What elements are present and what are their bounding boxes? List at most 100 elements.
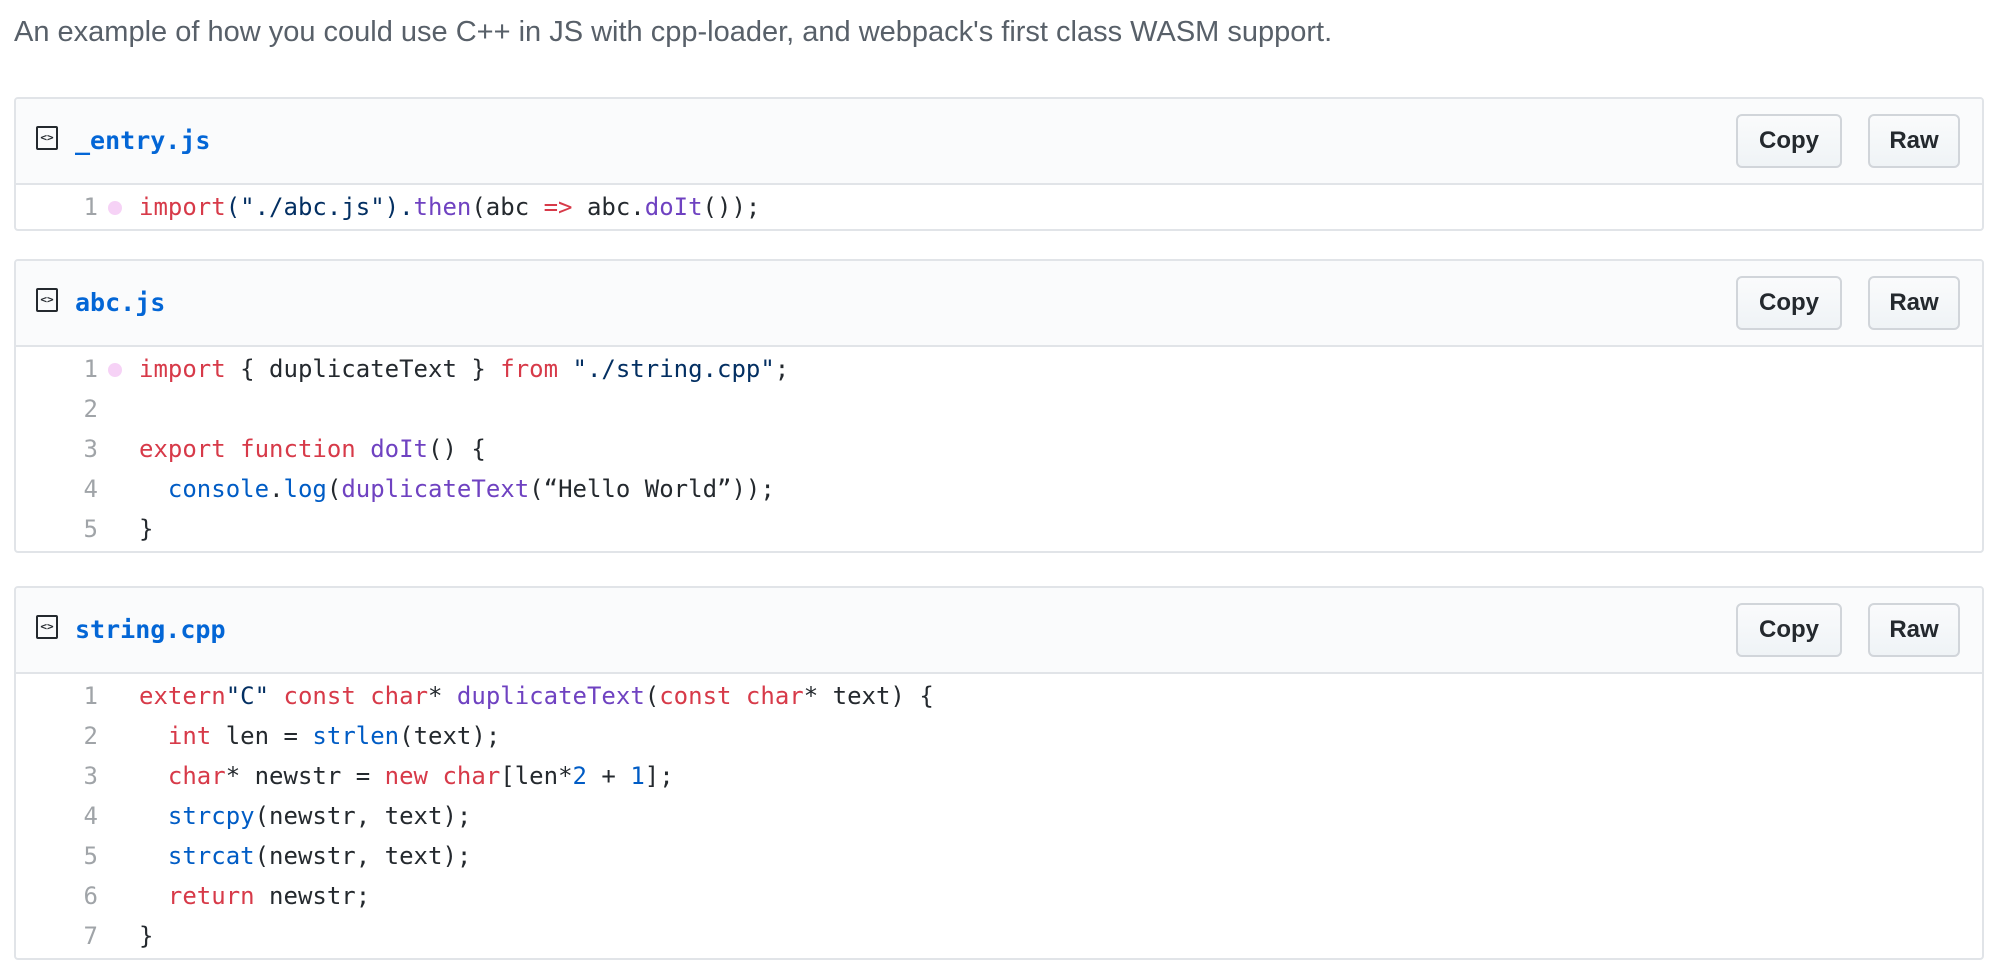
- code-token: (: [644, 682, 660, 710]
- code-token: char: [370, 682, 429, 710]
- line-marker-dot: [108, 363, 122, 377]
- code-file-icon: <>: [36, 615, 58, 639]
- line-number[interactable]: 3: [16, 756, 98, 796]
- line-number[interactable]: 1: [16, 187, 98, 227]
- code-token: (“Hello World”));: [529, 475, 775, 503]
- code-token: int: [167, 722, 212, 750]
- code-token: abc.: [572, 193, 645, 221]
- code-token: const: [659, 682, 732, 710]
- code-token: 1: [630, 762, 645, 790]
- copy-button[interactable]: Copy: [1736, 114, 1842, 168]
- code-body: 1 import("./abc.js").then(abc => abc.doIt…: [16, 185, 1982, 229]
- code-file-icon: <>: [36, 126, 58, 150]
- file-header: <> _entry.js Copy Raw: [16, 99, 1982, 185]
- file-header: <> abc.js Copy Raw: [16, 261, 1982, 347]
- line-code: export function doIt() {: [139, 429, 486, 469]
- code-line: 5}: [16, 509, 1982, 549]
- code-line: 3 export function doIt() {: [16, 429, 1982, 469]
- line-number[interactable]: 7: [16, 916, 98, 956]
- code-line: 1 import("./abc.js").then(abc => abc.doIt…: [16, 187, 1982, 227]
- code-body: 1 extern"C" const char* duplicateText(con…: [16, 674, 1982, 958]
- line-code: strcpy(newstr, text);: [139, 796, 471, 836]
- code-line: 5 strcat(newstr, text);: [16, 836, 1982, 876]
- code-file-icon: <>: [36, 288, 58, 312]
- code-token: function: [240, 435, 356, 463]
- line-code: }: [139, 916, 153, 956]
- gist-file-string-cpp: <> string.cpp Copy Raw 1 extern"C" const …: [14, 586, 1984, 960]
- code-token: export: [139, 435, 226, 463]
- code-token: (text);: [399, 722, 501, 750]
- gist-file-abc-js: <> abc.js Copy Raw 1 import { duplicateTe…: [14, 259, 1984, 553]
- code-token: console: [167, 475, 270, 503]
- code-token: new: [384, 762, 429, 790]
- line-code: char* newstr = new char[len*2 + 1];: [139, 756, 674, 796]
- line-number[interactable]: 2: [16, 716, 98, 756]
- code-token: len =: [211, 722, 313, 750]
- code-token: * newstr =: [225, 762, 385, 790]
- code-token: }: [139, 515, 154, 543]
- raw-button[interactable]: Raw: [1868, 603, 1960, 657]
- code-token: char: [442, 762, 501, 790]
- code-token: doIt: [370, 435, 428, 463]
- code-token: strcpy: [167, 802, 255, 830]
- line-code: }: [139, 509, 153, 549]
- code-token: .: [269, 475, 284, 503]
- code-token: char: [745, 682, 804, 710]
- file-name-link[interactable]: abc.js: [75, 285, 165, 321]
- code-token: [len*: [500, 762, 573, 790]
- code-token: (newstr, text);: [254, 802, 472, 830]
- code-token: log: [283, 475, 327, 503]
- copy-button[interactable]: Copy: [1736, 276, 1842, 330]
- raw-button[interactable]: Raw: [1868, 276, 1960, 330]
- line-code: return newstr;: [139, 876, 370, 916]
- code-token: }: [139, 922, 154, 950]
- code-token: strlen: [312, 722, 400, 750]
- code-token: return: [167, 882, 255, 910]
- code-token: (abc: [471, 193, 544, 221]
- code-line: 2: [16, 389, 1982, 429]
- file-name-link[interactable]: _entry.js: [75, 123, 210, 159]
- code-line: 1 extern"C" const char* duplicateText(con…: [16, 676, 1982, 716]
- line-number[interactable]: 5: [16, 836, 98, 876]
- code-token: =>: [543, 193, 573, 221]
- line-code: console.log(duplicateText(“Hello World”)…: [139, 469, 775, 509]
- raw-button[interactable]: Raw: [1868, 114, 1960, 168]
- line-code: extern"C" const char* duplicateText(cons…: [139, 676, 934, 716]
- line-number[interactable]: 4: [16, 796, 98, 836]
- code-token: extern: [139, 682, 226, 710]
- code-token: import: [139, 193, 226, 221]
- line-code: int len = strlen(text);: [139, 716, 500, 756]
- line-number[interactable]: 3: [16, 429, 98, 469]
- gist-file-entry-js: <> _entry.js Copy Raw 1 import("./abc.js"…: [14, 97, 1984, 231]
- code-token: then: [413, 193, 472, 221]
- copy-button[interactable]: Copy: [1736, 603, 1842, 657]
- file-header: <> string.cpp Copy Raw: [16, 588, 1982, 674]
- code-token: const: [283, 682, 356, 710]
- code-token: doIt: [644, 193, 703, 221]
- code-token: ("./abc.js").: [225, 193, 414, 221]
- file-name-link[interactable]: string.cpp: [75, 612, 226, 648]
- line-number[interactable]: 1: [16, 676, 98, 716]
- code-token: () {: [428, 435, 486, 463]
- line-number[interactable]: 4: [16, 469, 98, 509]
- code-token: 2: [572, 762, 587, 790]
- line-number[interactable]: 2: [16, 389, 98, 429]
- code-token: duplicateText: [456, 682, 645, 710]
- code-token: ];: [644, 762, 674, 790]
- line-number[interactable]: 6: [16, 876, 98, 916]
- line-code: import { duplicateText } from "./string.…: [139, 349, 789, 389]
- code-token: from: [500, 355, 559, 383]
- line-number[interactable]: 1: [16, 349, 98, 389]
- code-token: "C": [225, 682, 270, 710]
- code-token: duplicateText: [341, 475, 530, 503]
- line-number[interactable]: 5: [16, 509, 98, 549]
